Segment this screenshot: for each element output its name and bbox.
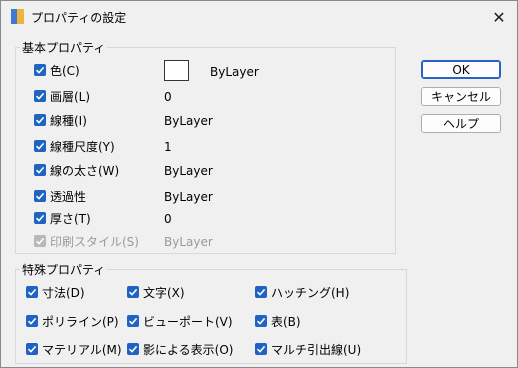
color-swatch[interactable] (164, 60, 189, 81)
checkbox[interactable] (255, 343, 267, 355)
basic-property-label: 線種(I) (50, 113, 87, 128)
special-property-checkbox[interactable]: 文字(X) (127, 283, 185, 301)
checkbox[interactable] (26, 343, 38, 355)
special-property-checkbox[interactable]: マルチ引出線(U) (255, 340, 361, 358)
basic-property-value: ByLayer (164, 164, 213, 178)
special-property-label: マテリアル(M) (42, 342, 122, 357)
special-property-checkbox[interactable]: 寸法(D) (26, 283, 85, 301)
special-properties-label: 特殊プロパティ (20, 261, 108, 278)
basic-property-value: 0 (164, 90, 172, 104)
basic-property-row[interactable]: 線の太さ(W) (34, 161, 119, 179)
checkbox[interactable] (34, 190, 46, 202)
basic-properties-label: 基本プロパティ (20, 39, 108, 56)
basic-property-label: 線種尺度(Y) (50, 139, 115, 154)
basic-property-label: 画層(L) (50, 89, 91, 104)
checkbox[interactable] (127, 315, 139, 327)
checkbox[interactable] (127, 286, 139, 298)
basic-property-row[interactable]: 線種(I) (34, 111, 87, 129)
basic-property-row[interactable]: 線種尺度(Y) (34, 137, 115, 155)
checkbox[interactable] (255, 315, 267, 327)
basic-property-value: 1 (164, 140, 172, 154)
title-bar: プロパティの設定 ✕ (1, 1, 517, 31)
properties-dialog: プロパティの設定 ✕ 基本プロパティ 色(C) ByLayer 画層(L) 0 線種(I… (0, 0, 518, 368)
special-property-checkbox[interactable]: ビューポート(V) (127, 312, 233, 330)
checkbox[interactable] (34, 114, 46, 126)
special-property-checkbox[interactable]: 表(B) (255, 312, 301, 330)
special-property-checkbox[interactable]: 影による表示(O) (127, 340, 233, 358)
window-title: プロパティの設定 (31, 11, 127, 25)
special-property-label: マルチ引出線(U) (271, 342, 362, 357)
basic-property-row[interactable]: 透過性 (34, 187, 86, 205)
help-button[interactable]: ヘルプ (421, 114, 501, 133)
close-button[interactable]: ✕ (487, 7, 511, 27)
basic-property-label: 印刷スタイル(S) (50, 234, 139, 249)
special-property-checkbox[interactable]: ハッチング(H) (255, 283, 349, 301)
special-property-label: 文字(X) (143, 285, 185, 300)
checkbox[interactable] (255, 286, 267, 298)
basic-property-row[interactable]: 厚さ(T) (34, 209, 91, 227)
basic-property-label: 色(C) (50, 63, 80, 78)
basic-property-row[interactable]: 画層(L) (34, 87, 90, 105)
ok-button[interactable]: OK (421, 60, 501, 79)
basic-property-value: ByLayer (210, 65, 259, 79)
special-property-label: 表(B) (271, 314, 301, 329)
cancel-button-label: キャンセル (430, 90, 491, 104)
basic-property-value: ByLayer (164, 235, 213, 249)
checkbox[interactable] (34, 164, 46, 176)
close-icon: ✕ (492, 7, 506, 27)
basic-property-label: 線の太さ(W) (50, 163, 120, 178)
help-button-label: ヘルプ (442, 117, 479, 131)
checkbox[interactable] (127, 343, 139, 355)
special-property-label: ポリライン(P) (42, 314, 119, 329)
basic-property-label: 透過性 (50, 189, 87, 204)
checkbox[interactable] (26, 286, 38, 298)
checkbox[interactable] (34, 140, 46, 152)
basic-property-value: ByLayer (164, 114, 213, 128)
checkbox (34, 235, 46, 247)
special-property-label: ハッチング(H) (271, 285, 350, 300)
special-property-label: ビューポート(V) (143, 314, 233, 329)
basic-property-value: 0 (164, 212, 172, 226)
checkbox[interactable] (34, 212, 46, 224)
basic-property-row[interactable]: 色(C) (34, 61, 80, 79)
app-icon (11, 9, 24, 24)
special-property-label: 影による表示(O) (143, 342, 234, 357)
basic-property-value: ByLayer (164, 190, 213, 204)
ok-button-label: OK (452, 62, 470, 77)
checkbox[interactable] (34, 64, 46, 76)
special-property-checkbox[interactable]: ポリライン(P) (26, 312, 119, 330)
basic-property-label: 厚さ(T) (50, 211, 91, 226)
checkbox[interactable] (34, 90, 46, 102)
cancel-button[interactable]: キャンセル (421, 87, 501, 106)
special-property-label: 寸法(D) (42, 285, 85, 300)
special-property-checkbox[interactable]: マテリアル(M) (26, 340, 122, 358)
checkbox[interactable] (26, 315, 38, 327)
basic-property-row: 印刷スタイル(S) (34, 232, 139, 250)
